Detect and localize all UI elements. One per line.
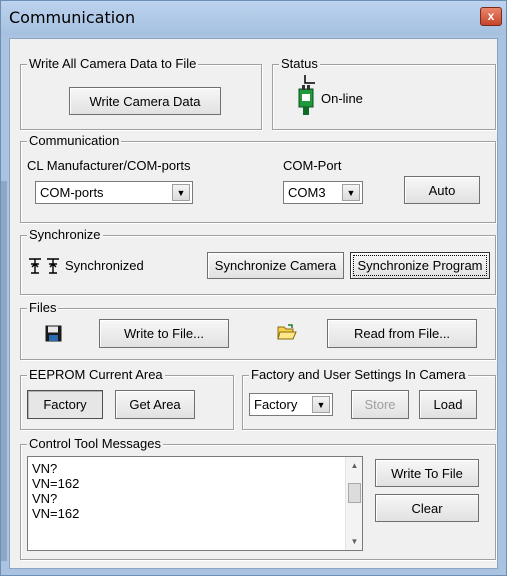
factory-user-legend: Factory and User Settings In Camera xyxy=(249,367,468,383)
synchronize-legend: Synchronize xyxy=(27,227,103,243)
synchronize-camera-button[interactable]: Synchronize Camera xyxy=(207,252,344,279)
cl-manufacturer-value: COM-ports xyxy=(40,185,104,200)
messages-lines: VN? VN=162 VN? VN=162 xyxy=(32,461,79,521)
synchronize-program-button[interactable]: Synchronize Program xyxy=(350,252,490,279)
eeprom-group: EEPROM Current Area Factory Get Area xyxy=(20,367,234,430)
save-disk-icon xyxy=(45,325,62,342)
window-frame-edge xyxy=(1,181,7,561)
store-button[interactable]: Store xyxy=(351,390,409,419)
messages-group: Control Tool Messages VN? VN=162 VN? VN=… xyxy=(20,436,496,560)
title-bar[interactable]: Communication x xyxy=(1,1,506,35)
settings-area-select[interactable]: Factory ▼ xyxy=(249,393,333,416)
get-area-button[interactable]: Get Area xyxy=(115,390,195,419)
status-legend: Status xyxy=(279,56,320,72)
cl-manufacturer-select[interactable]: COM-ports ▼ xyxy=(35,181,193,204)
scroll-down-icon[interactable]: ▼ xyxy=(346,533,363,550)
messages-scrollbar[interactable]: ▲ ▼ xyxy=(345,457,362,550)
write-to-file-button[interactable]: Write to File... xyxy=(99,319,229,348)
communication-legend: Communication xyxy=(27,133,122,149)
scroll-up-icon[interactable]: ▲ xyxy=(346,457,363,474)
files-legend: Files xyxy=(27,300,59,316)
com-port-value: COM3 xyxy=(288,185,326,200)
close-icon: x xyxy=(487,9,495,23)
chevron-down-icon[interactable]: ▼ xyxy=(342,184,360,201)
cl-manufacturer-label: CL Manufacturer/COM-ports xyxy=(27,158,191,173)
eeprom-legend: EEPROM Current Area xyxy=(27,367,165,383)
messages-legend: Control Tool Messages xyxy=(27,436,163,452)
synchronize-group: Synchronize Synchronized Synchronize Cam… xyxy=(20,227,496,295)
synchronized-status-text: Synchronized xyxy=(65,258,144,273)
sync-status-icon xyxy=(29,258,59,274)
open-folder-icon xyxy=(277,324,297,340)
write-all-group: Write All Camera Data to File Write Came… xyxy=(20,56,262,130)
status-group: Status On-line xyxy=(272,56,496,130)
chevron-down-icon[interactable]: ▼ xyxy=(312,396,330,413)
load-button[interactable]: Load xyxy=(419,390,477,419)
write-all-legend: Write All Camera Data to File xyxy=(27,56,199,72)
message-line: VN? xyxy=(32,491,58,506)
settings-area-value: Factory xyxy=(254,397,298,412)
write-camera-data-button[interactable]: Write Camera Data xyxy=(69,87,221,115)
com-port-select[interactable]: COM3 ▼ xyxy=(283,181,363,204)
chevron-down-icon[interactable]: ▼ xyxy=(172,184,190,201)
read-from-file-button[interactable]: Read from File... xyxy=(327,319,477,348)
messages-textarea[interactable]: VN? VN=162 VN? VN=162 ▲ ▼ xyxy=(27,456,363,551)
clear-messages-button[interactable]: Clear xyxy=(375,494,479,522)
scroll-thumb[interactable] xyxy=(348,483,361,503)
message-line: VN=162 xyxy=(32,476,80,491)
message-line: VN? xyxy=(32,461,58,476)
files-group: Files Write to File... Read from File... xyxy=(20,300,496,360)
factory-area-button[interactable]: Factory xyxy=(27,390,103,419)
status-text: On-line xyxy=(321,91,363,106)
communication-window: Communication x Write All Camera Data to… xyxy=(0,0,507,576)
message-line: VN=162 xyxy=(32,506,80,521)
communication-group: Communication CL Manufacturer/COM-ports … xyxy=(20,133,496,223)
window-title: Communication xyxy=(9,8,136,27)
close-button[interactable]: x xyxy=(480,7,502,26)
plug-connected-icon xyxy=(298,75,315,115)
com-port-label: COM-Port xyxy=(283,158,342,173)
factory-user-group: Factory and User Settings In Camera Fact… xyxy=(242,367,496,430)
auto-button[interactable]: Auto xyxy=(404,176,480,204)
dialog-body: Write All Camera Data to File Write Came… xyxy=(9,38,498,569)
write-messages-to-file-button[interactable]: Write To File xyxy=(375,459,479,487)
